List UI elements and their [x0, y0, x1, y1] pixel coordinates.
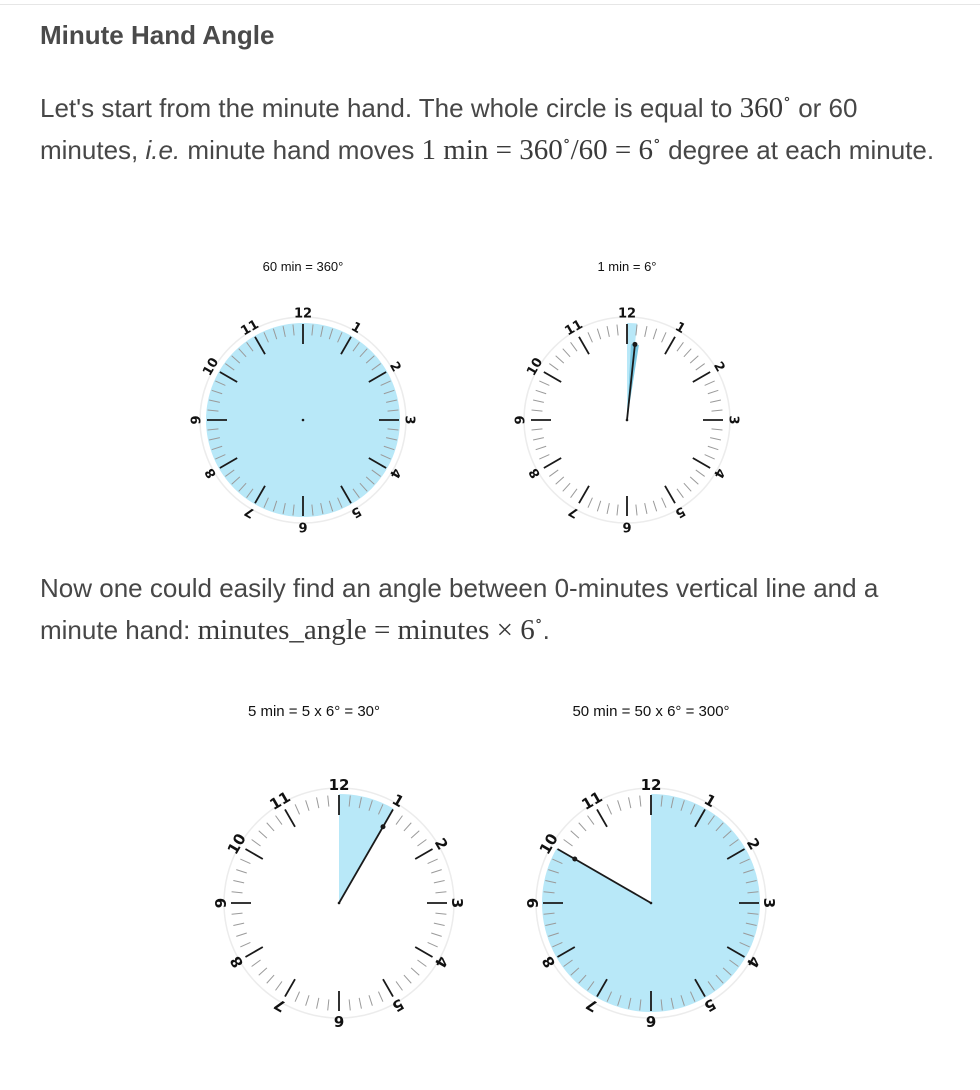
- clock-numeral: 12: [618, 307, 636, 322]
- clock-numeral: 6: [334, 1012, 344, 1030]
- clock-numeral: 9: [514, 415, 529, 424]
- clock-center: [625, 418, 629, 422]
- clock-numeral: 12: [329, 776, 350, 794]
- hand-tip: [572, 856, 578, 862]
- clock-4: 50 min = 50 x 6° = 300°121234567891011: [524, 703, 778, 1030]
- clock-numeral: 12: [641, 776, 662, 794]
- clock-caption: 50 min = 50 x 6° = 300°: [572, 703, 729, 720]
- clock-numeral: 3: [402, 415, 417, 424]
- clock-numeral: 6: [622, 519, 631, 534]
- clock-caption: 60 min = 360°: [263, 259, 344, 274]
- hand-tip: [632, 341, 638, 347]
- clock-numeral: 12: [294, 307, 312, 322]
- clock-caption: 5 min = 5 x 6° = 30°: [248, 703, 380, 720]
- clock-center: [649, 901, 653, 905]
- clock-diagrams: 60 min = 360°1212345678910111 min = 6°12…: [190, 259, 779, 1030]
- clock-center: [301, 418, 305, 422]
- clock-numeral: 3: [726, 415, 741, 424]
- clock-3: 5 min = 5 x 6° = 30°121234567891011: [212, 703, 466, 1030]
- clock-numeral: 9: [190, 415, 205, 424]
- clock-center: [337, 901, 341, 905]
- clock-numeral: 6: [646, 1012, 656, 1030]
- clock-numeral: 9: [524, 898, 542, 908]
- clock-caption: 1 min = 6°: [597, 259, 656, 274]
- hand-tip: [380, 824, 386, 830]
- clock-1: 60 min = 360°121234567891011: [190, 259, 417, 534]
- clock-numeral: 3: [448, 898, 466, 908]
- clock-2: 1 min = 6°121234567891011: [514, 259, 741, 534]
- clock-numeral: 6: [298, 519, 307, 534]
- clock-numeral: 9: [212, 898, 230, 908]
- clock-numeral: 3: [760, 898, 778, 908]
